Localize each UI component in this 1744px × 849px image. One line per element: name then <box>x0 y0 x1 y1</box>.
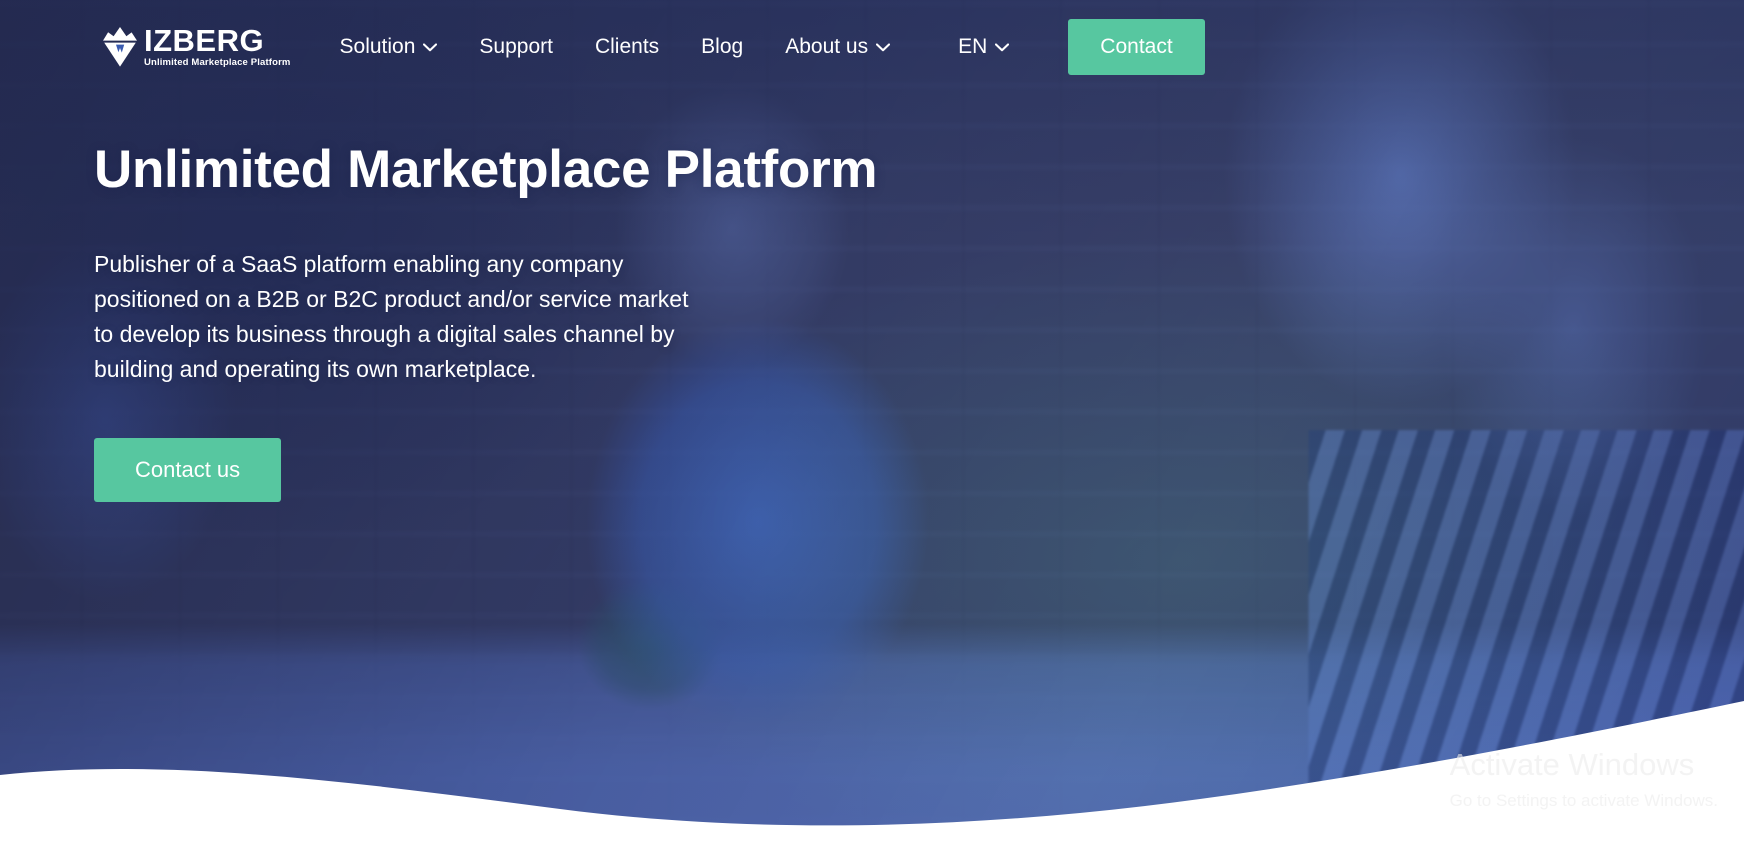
chevron-down-icon <box>995 42 1010 51</box>
brand-logo-text: IZBERG Unlimited Marketplace Platform <box>144 22 291 68</box>
hero-copy: Unlimited Marketplace Platform Publisher… <box>94 140 914 502</box>
brand-tagline: Unlimited Marketplace Platform <box>144 56 291 68</box>
nav-item-blog-label: Blog <box>701 35 744 58</box>
bottom-wave-divider <box>0 701 1744 849</box>
language-selector[interactable]: EN <box>937 25 1030 69</box>
language-selector-label: EN <box>958 35 988 58</box>
chevron-down-icon <box>876 42 891 51</box>
page-title: Unlimited Marketplace Platform <box>94 140 878 199</box>
contact-button[interactable]: Contact <box>1068 19 1205 75</box>
nav-item-solution-label: Solution <box>339 35 416 58</box>
nav-item-about-us-label: About us <box>785 35 869 58</box>
nav-item-blog[interactable]: Blog <box>680 25 764 69</box>
hero-subtitle: Publisher of a SaaS platform enabling an… <box>94 251 689 383</box>
nav-item-clients[interactable]: Clients <box>574 25 680 69</box>
nav-item-solution[interactable]: Solution <box>319 25 459 69</box>
hero-section: IZBERG Unlimited Marketplace Platform So… <box>0 0 1744 849</box>
main-navigation: IZBERG Unlimited Marketplace Platform So… <box>0 0 1744 94</box>
brand-name: IZBERG <box>144 22 265 58</box>
contact-us-button[interactable]: Contact us <box>94 437 282 502</box>
nav-item-support-label: Support <box>479 35 553 58</box>
brand-logo[interactable]: IZBERG Unlimited Marketplace Platform <box>103 22 291 68</box>
nav-item-support[interactable]: Support <box>458 25 574 69</box>
nav-links: Solution Support Clients Blog About us E… <box>319 19 1205 75</box>
chevron-down-icon <box>423 42 438 51</box>
nav-item-about-us[interactable]: About us <box>764 25 911 69</box>
iceberg-icon <box>103 26 137 67</box>
nav-item-clients-label: Clients <box>594 35 660 58</box>
